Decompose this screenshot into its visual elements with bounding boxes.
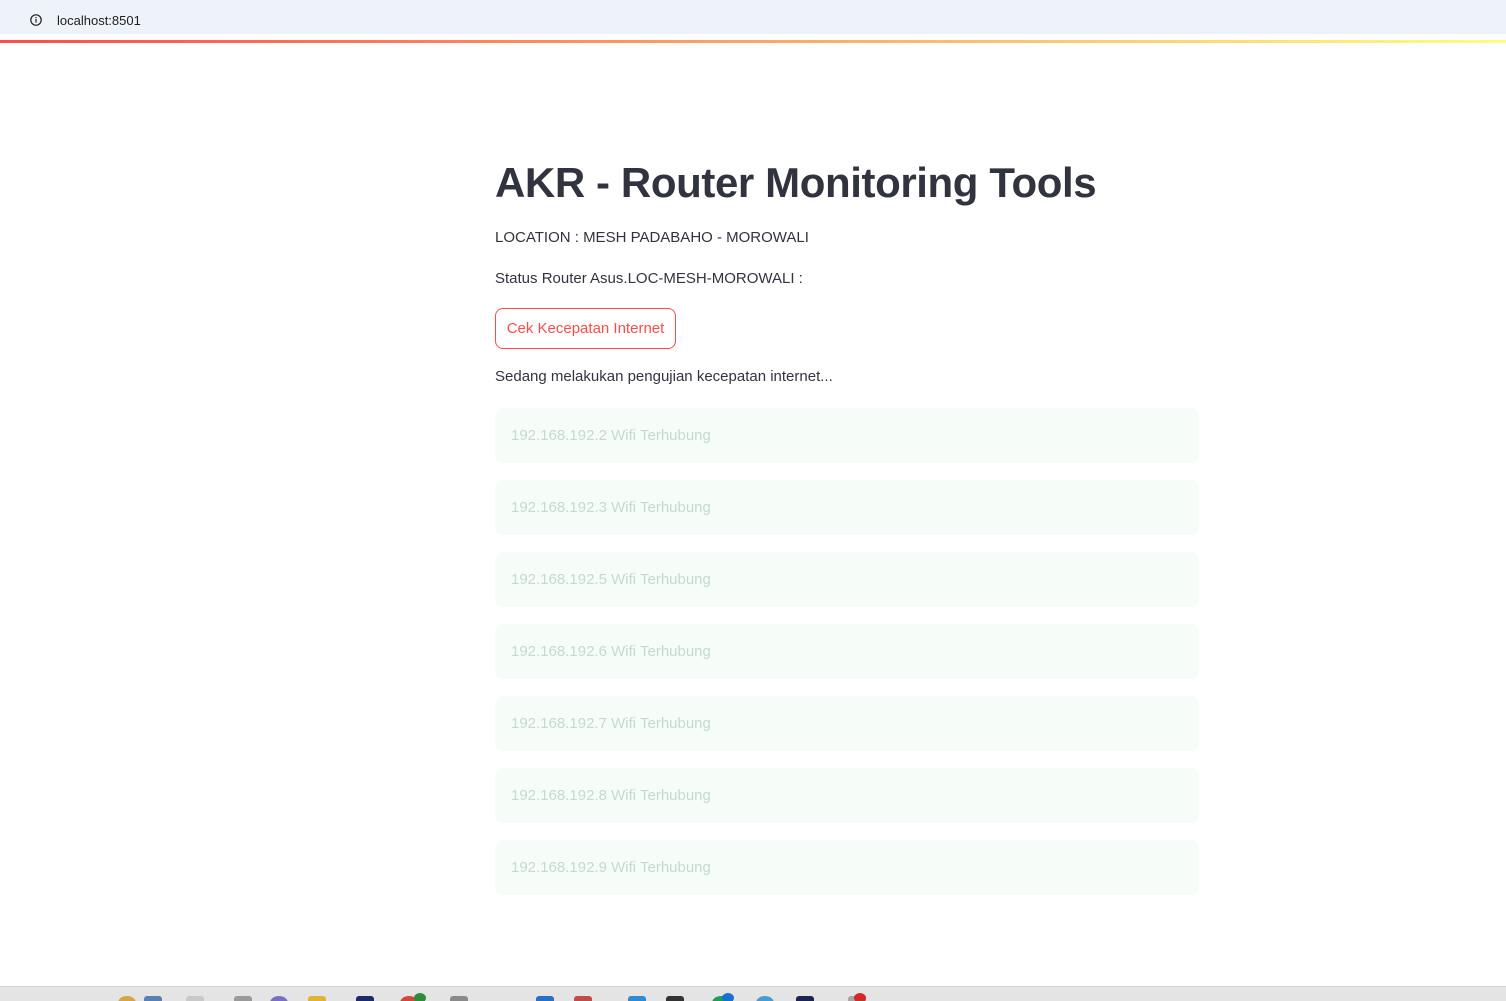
device-status-alert: 192.168.192.6 Wifi Terhubung [495, 624, 1199, 679]
device-status-list: 192.168.192.2 Wifi Terhubung 192.168.192… [495, 408, 1199, 912]
url-text: localhost:8501 [57, 13, 141, 28]
taskbar-app-icon[interactable] [118, 996, 136, 1001]
device-status-alert: 192.168.192.2 Wifi Terhubung [495, 408, 1199, 463]
device-status-text: 192.168.192.3 Wifi Terhubung [511, 499, 711, 516]
router-status-label: Status Router Asus.LOC-MESH-MOROWALI : [495, 270, 803, 287]
device-status-text: 192.168.192.9 Wifi Terhubung [511, 859, 711, 876]
taskbar-app-icon[interactable] [144, 996, 162, 1001]
taskbar-app-icon[interactable] [666, 996, 684, 1001]
device-status-text: 192.168.192.2 Wifi Terhubung [511, 427, 711, 444]
taskbar-app-icon[interactable] [450, 996, 468, 1001]
taskbar-app-icon[interactable] [536, 996, 554, 1001]
notification-badge-icon [722, 993, 734, 1001]
progress-message: Sedang melakukan pengujian kecepatan int… [495, 368, 833, 385]
taskbar-app-icon[interactable] [756, 996, 774, 1001]
notification-badge-icon [854, 993, 866, 1001]
taskbar-app-icon[interactable] [628, 996, 646, 1001]
device-status-text: 192.168.192.6 Wifi Terhubung [511, 643, 711, 660]
taskbar-app-icon[interactable] [270, 996, 288, 1001]
device-status-text: 192.168.192.5 Wifi Terhubung [511, 571, 711, 588]
browser-address-bar: localhost:8501 [0, 0, 1506, 34]
weather-icon[interactable] [234, 996, 252, 1001]
header-decoration-line [0, 40, 1506, 43]
device-status-alert: 192.168.192.8 Wifi Terhubung [495, 768, 1199, 823]
taskbar-app-icon[interactable] [574, 996, 592, 1001]
taskbar-app-icon[interactable] [356, 996, 374, 1001]
taskbar-app-icon[interactable] [186, 996, 204, 1001]
info-icon[interactable] [30, 14, 42, 26]
device-status-text: 192.168.192.7 Wifi Terhubung [511, 715, 711, 732]
device-status-alert: 192.168.192.3 Wifi Terhubung [495, 480, 1199, 535]
device-status-alert: 192.168.192.5 Wifi Terhubung [495, 552, 1199, 607]
speed-test-button[interactable]: Cek Kecepatan Internet [495, 308, 676, 349]
location-text: LOCATION : MESH PADABAHO - MOROWALI [495, 229, 809, 246]
page-title: AKR - Router Monitoring Tools [495, 159, 1097, 206]
notification-badge-icon [414, 993, 426, 1001]
device-status-alert: 192.168.192.9 Wifi Terhubung [495, 840, 1199, 895]
url-field[interactable]: localhost:8501 [10, 4, 1496, 30]
taskbar-app-icon[interactable] [796, 996, 814, 1001]
device-status-text: 192.168.192.8 Wifi Terhubung [511, 787, 711, 804]
os-taskbar [0, 986, 1506, 1001]
folder-icon[interactable] [308, 996, 326, 1001]
device-status-alert: 192.168.192.7 Wifi Terhubung [495, 696, 1199, 751]
